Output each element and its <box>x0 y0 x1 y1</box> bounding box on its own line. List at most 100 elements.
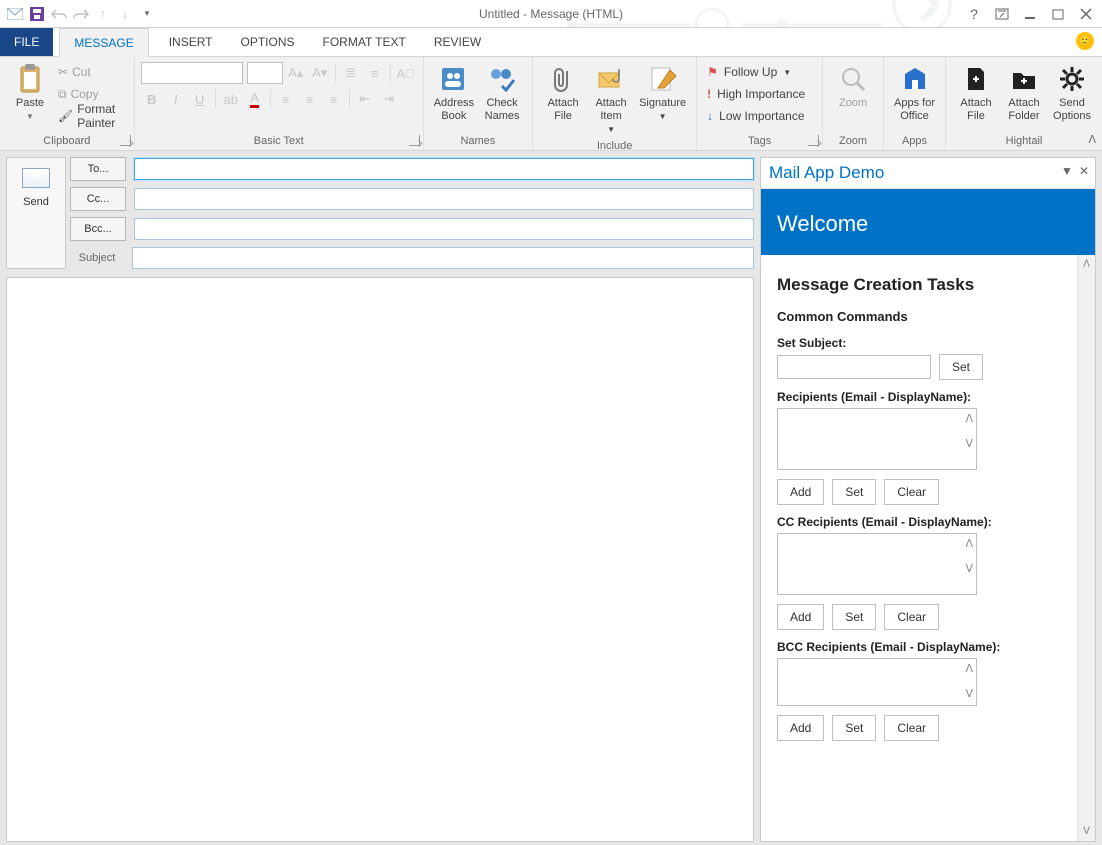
tasks-heading: Message Creation Tasks <box>777 275 1061 295</box>
follow-up-button[interactable]: ⚑Follow Up▼ <box>703 61 816 83</box>
recipients-textarea[interactable] <box>777 408 977 470</box>
bullets-icon[interactable]: ≣ <box>340 62 362 84</box>
tab-file[interactable]: FILE <box>0 28 53 56</box>
to-button[interactable]: To... <box>70 157 126 181</box>
cc-add-button[interactable]: Add <box>777 604 824 630</box>
clear-formatting-icon[interactable]: A⃠ <box>395 62 417 84</box>
hightail-attach-file-button[interactable]: Attach File <box>952 59 1000 125</box>
spin-down-icon[interactable]: ᐯ <box>965 562 973 575</box>
check-names-button[interactable]: Check Names <box>478 59 526 125</box>
font-family-select[interactable] <box>141 62 243 84</box>
send-button[interactable]: Send <box>6 157 66 269</box>
bcc-add-button[interactable]: Add <box>777 715 824 741</box>
spin-up-icon[interactable]: ᐱ <box>965 537 973 550</box>
attach-file-button[interactable]: Attach File <box>539 59 587 138</box>
recipients-clear-button[interactable]: Clear <box>884 479 939 505</box>
recipients-label: Recipients (Email - DisplayName): <box>777 390 1061 404</box>
help-icon[interactable]: ? <box>960 3 988 25</box>
qat-dropdown-icon[interactable]: ▾ <box>136 3 158 25</box>
increase-indent-icon[interactable]: ⇥ <box>378 88 400 110</box>
scroll-down-icon[interactable]: ᐯ <box>1083 826 1090 837</box>
font-size-select[interactable] <box>247 62 283 84</box>
shrink-font-icon[interactable]: A▾ <box>309 62 331 84</box>
recipients-set-button[interactable]: Set <box>832 479 876 505</box>
save-icon[interactable] <box>26 3 48 25</box>
previous-item-icon[interactable]: ↑ <box>92 3 114 25</box>
collapse-ribbon-icon[interactable]: ᐱ <box>1088 133 1096 146</box>
dialog-launcher-icon[interactable] <box>808 135 819 146</box>
tab-format-text[interactable]: FORMAT TEXT <box>309 28 420 56</box>
recipients-add-button[interactable]: Add <box>777 479 824 505</box>
cc-recipients-textarea[interactable] <box>777 533 977 595</box>
hightail-attach-folder-button[interactable]: Attach Folder <box>1000 59 1048 125</box>
folder-plus-icon <box>1008 63 1040 95</box>
spin-up-icon[interactable]: ᐱ <box>965 412 973 425</box>
highlight-icon[interactable]: ab <box>220 88 242 110</box>
underline-icon[interactable]: U <box>189 88 211 110</box>
mail-icon[interactable] <box>4 3 26 25</box>
pane-close-icon[interactable]: ✕ <box>1079 164 1089 178</box>
pane-title: Mail App Demo <box>769 163 884 183</box>
italic-icon[interactable]: I <box>165 88 187 110</box>
cc-set-button[interactable]: Set <box>832 604 876 630</box>
numbering-icon[interactable]: ≡ <box>364 62 386 84</box>
ribbon-display-icon[interactable] <box>988 3 1016 25</box>
cut-button[interactable]: ✂Cut <box>54 61 128 83</box>
bcc-clear-button[interactable]: Clear <box>884 715 939 741</box>
set-subject-input[interactable] <box>777 355 931 379</box>
subject-field[interactable] <box>132 247 754 269</box>
next-item-icon[interactable]: ↓ <box>114 3 136 25</box>
address-book-icon <box>438 63 470 95</box>
feedback-smiley-icon[interactable]: 🙂 <box>1076 32 1094 50</box>
spin-up-icon[interactable]: ᐱ <box>965 662 973 675</box>
decrease-indent-icon[interactable]: ⇤ <box>354 88 376 110</box>
align-left-icon[interactable]: ≡ <box>275 88 297 110</box>
group-tags: ⚑Follow Up▼ !High Importance ↓Low Import… <box>697 57 823 150</box>
high-importance-button[interactable]: !High Importance <box>703 83 816 105</box>
bold-icon[interactable]: B <box>141 88 163 110</box>
spin-down-icon[interactable]: ᐯ <box>965 437 973 450</box>
attach-item-button[interactable]: Attach Item▼ <box>587 59 635 138</box>
redo-icon[interactable] <box>70 3 92 25</box>
format-painter-button[interactable]: 🖌Format Painter <box>54 105 128 127</box>
signature-button[interactable]: Signature▼ <box>635 59 690 138</box>
bcc-field[interactable] <box>134 218 754 240</box>
low-importance-button[interactable]: ↓Low Importance <box>703 105 816 127</box>
apps-for-office-button[interactable]: Apps for Office <box>890 59 939 125</box>
align-center-icon[interactable]: ≡ <box>299 88 321 110</box>
scroll-up-icon[interactable]: ᐱ <box>1083 259 1090 270</box>
cc-button[interactable]: Cc... <box>70 187 126 211</box>
grow-font-icon[interactable]: A▴ <box>285 62 307 84</box>
undo-icon[interactable] <box>48 3 70 25</box>
message-body[interactable] <box>6 277 754 842</box>
align-right-icon[interactable]: ≡ <box>323 88 345 110</box>
task-pane: Mail App Demo ▼ ✕ Welcome Message Creati… <box>760 157 1096 842</box>
pane-menu-icon[interactable]: ▼ <box>1061 164 1073 178</box>
tab-options[interactable]: OPTIONS <box>227 28 309 56</box>
address-book-button[interactable]: Address Book <box>430 59 478 125</box>
tab-insert[interactable]: INSERT <box>155 28 227 56</box>
bcc-set-button[interactable]: Set <box>832 715 876 741</box>
pane-scrollbar[interactable]: ᐱ ᐯ <box>1077 255 1095 841</box>
close-icon[interactable] <box>1072 3 1100 25</box>
paste-button[interactable]: Paste ▼ <box>6 59 54 127</box>
bcc-button[interactable]: Bcc... <box>70 217 126 241</box>
dialog-launcher-icon[interactable] <box>409 135 420 146</box>
font-color-icon[interactable]: A <box>244 88 266 110</box>
group-apps: Apps for Office Apps <box>884 57 946 150</box>
to-field[interactable] <box>134 158 754 180</box>
tab-review[interactable]: REVIEW <box>420 28 495 56</box>
maximize-icon[interactable] <box>1044 3 1072 25</box>
spin-down-icon[interactable]: ᐯ <box>965 687 973 700</box>
bcc-recipients-textarea[interactable] <box>777 658 977 706</box>
zoom-button[interactable]: Zoom <box>829 59 877 112</box>
minimize-icon[interactable] <box>1016 3 1044 25</box>
magnifier-icon <box>837 63 869 95</box>
dialog-launcher-icon[interactable] <box>120 135 131 146</box>
cc-clear-button[interactable]: Clear <box>884 604 939 630</box>
cc-field[interactable] <box>134 188 754 210</box>
set-subject-button[interactable]: Set <box>939 354 983 380</box>
workspace: Send To... Cc... Bcc... Subject <box>0 151 1102 845</box>
hightail-send-options-button[interactable]: Send Options <box>1048 59 1096 125</box>
tab-message[interactable]: MESSAGE <box>59 28 148 57</box>
